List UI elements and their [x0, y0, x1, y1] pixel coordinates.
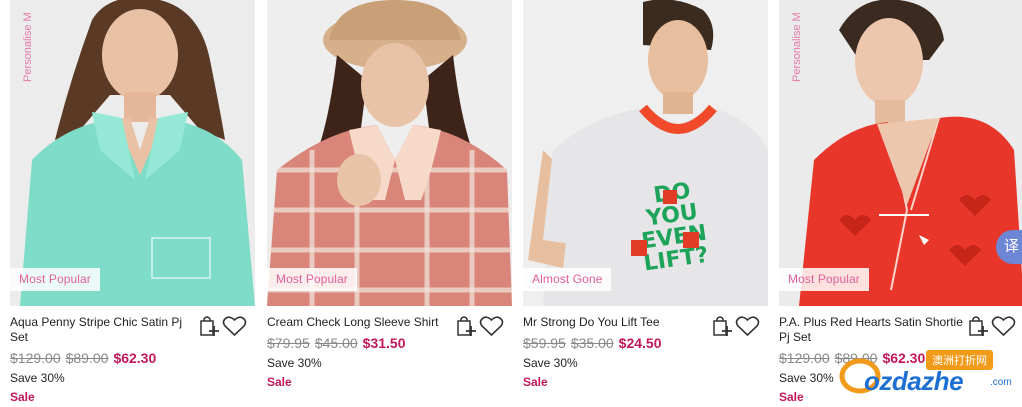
add-to-bag-icon[interactable] [198, 314, 220, 338]
product-card[interactable]: Most Popular Cream Check Long Sleeve Shi… [267, 0, 512, 407]
original-price: $79.95 [267, 335, 310, 351]
savings-text: Save 30% [267, 356, 322, 370]
price-row: $59.95 $35.00 $24.50 [523, 334, 768, 352]
savings-text: Save 30% [10, 371, 65, 385]
original-price: $59.95 [523, 335, 566, 351]
product-name[interactable]: P.A. Plus Red Hearts Satin Shortie Pj Se… [779, 315, 965, 345]
savings-text: Save 30% [523, 356, 578, 370]
status-badge: Most Popular [779, 268, 869, 291]
original-price: $129.00 [10, 350, 61, 366]
product-name[interactable]: Aqua Penny Stripe Chic Satin Pj Set [10, 315, 196, 345]
price-row: $129.00 $89.00 $62.30 [10, 349, 255, 367]
sale-price: $24.50 [618, 335, 662, 351]
previous-price: $45.00 [314, 335, 358, 351]
status-badge: Almost Gone [523, 268, 612, 291]
previous-price: $89.00 [65, 350, 109, 366]
product-photo [779, 0, 1022, 306]
watermark-suffix: .com [990, 377, 1012, 388]
price-row: $79.95 $45.00 $31.50 [267, 334, 512, 352]
previous-price: $35.00 [570, 335, 614, 351]
sale-label: Sale [523, 375, 548, 389]
product-name[interactable]: Cream Check Long Sleeve Shirt [267, 315, 453, 330]
product-image[interactable]: Personalise M Most Popular [10, 0, 255, 306]
product-actions [198, 314, 254, 338]
personalise-label[interactable]: Personalise M [22, 4, 36, 82]
status-badge: Most Popular [267, 268, 357, 291]
product-photo [10, 0, 255, 306]
product-card[interactable]: Personalise M Most Popular P.A. Plus Red… [779, 0, 1022, 407]
product-grid: Personalise M Most Popular Aqua Penny St… [0, 0, 1022, 407]
sale-label: Sale [10, 390, 35, 404]
product-image[interactable]: Most Popular [267, 0, 512, 306]
personalise-label[interactable]: Personalise M [791, 4, 805, 82]
sale-price: $62.30 [113, 350, 157, 366]
add-to-bag-icon[interactable] [967, 314, 989, 338]
site-watermark: 澳洲打折网 ozdazhe .com [838, 348, 1018, 400]
original-price: $129.00 [779, 350, 830, 366]
product-photo [267, 0, 512, 306]
wishlist-heart-icon[interactable] [222, 315, 247, 337]
product-actions [967, 314, 1022, 338]
watermark-text: ozdazhe [864, 366, 964, 396]
status-badge: Most Popular [10, 268, 100, 291]
sale-price: $31.50 [362, 335, 406, 351]
wishlist-heart-icon[interactable] [991, 315, 1016, 337]
sale-label: Sale [779, 390, 804, 404]
product-name[interactable]: Mr Strong Do You Lift Tee [523, 315, 709, 330]
product-card[interactable]: DO YOU EVEN LIFT? Almost Gone Mr Strong … [523, 0, 768, 407]
product-image[interactable]: Personalise M Most Popular [779, 0, 1022, 306]
product-card[interactable]: Personalise M Most Popular Aqua Penny St… [10, 0, 255, 407]
translate-tab[interactable]: 译 [996, 230, 1022, 264]
product-photo: DO YOU EVEN LIFT? [523, 0, 768, 306]
savings-text: Save 30% [779, 371, 834, 385]
sale-label: Sale [267, 375, 292, 389]
product-image[interactable]: DO YOU EVEN LIFT? Almost Gone [523, 0, 768, 306]
